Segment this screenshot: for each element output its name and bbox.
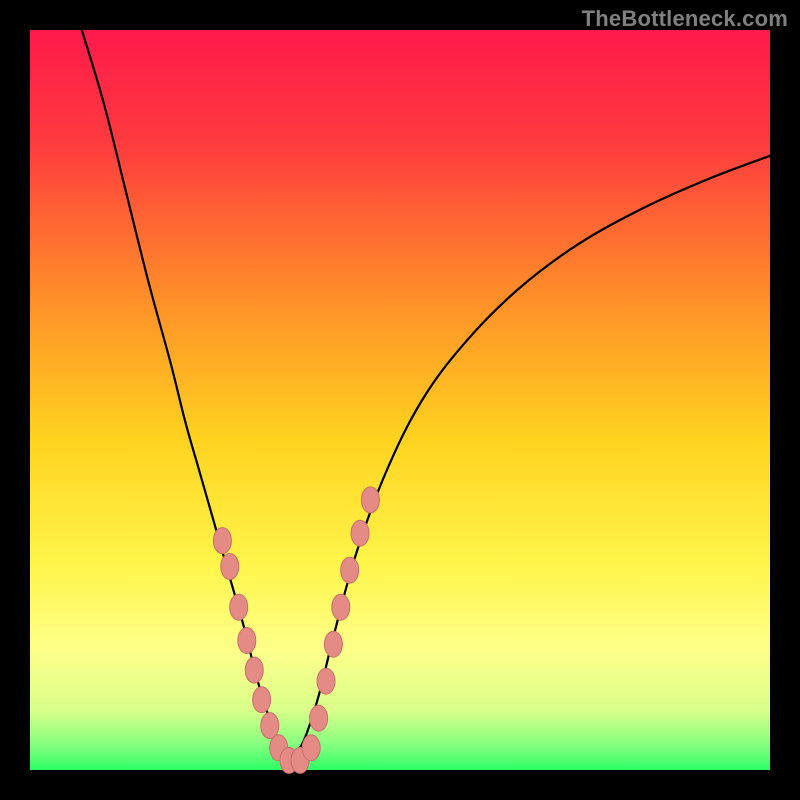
marker-point [221,554,239,580]
marker-point [310,705,328,731]
marker-point [332,594,350,620]
watermark-text: TheBottleneck.com [582,6,788,32]
marker-point [245,657,263,683]
marker-point [361,487,379,513]
marker-point [324,631,342,657]
marker-point [261,713,279,739]
marker-point [317,668,335,694]
curve-left-branch [82,30,289,763]
marker-point [213,528,231,554]
marker-point [351,520,369,546]
marker-point [238,628,256,654]
chart-svg [30,30,770,770]
outer-frame: TheBottleneck.com [0,0,800,800]
marker-point [253,687,271,713]
marker-point [302,735,320,761]
curve-right-branch [289,156,770,763]
marker-point [230,594,248,620]
marker-point [341,557,359,583]
